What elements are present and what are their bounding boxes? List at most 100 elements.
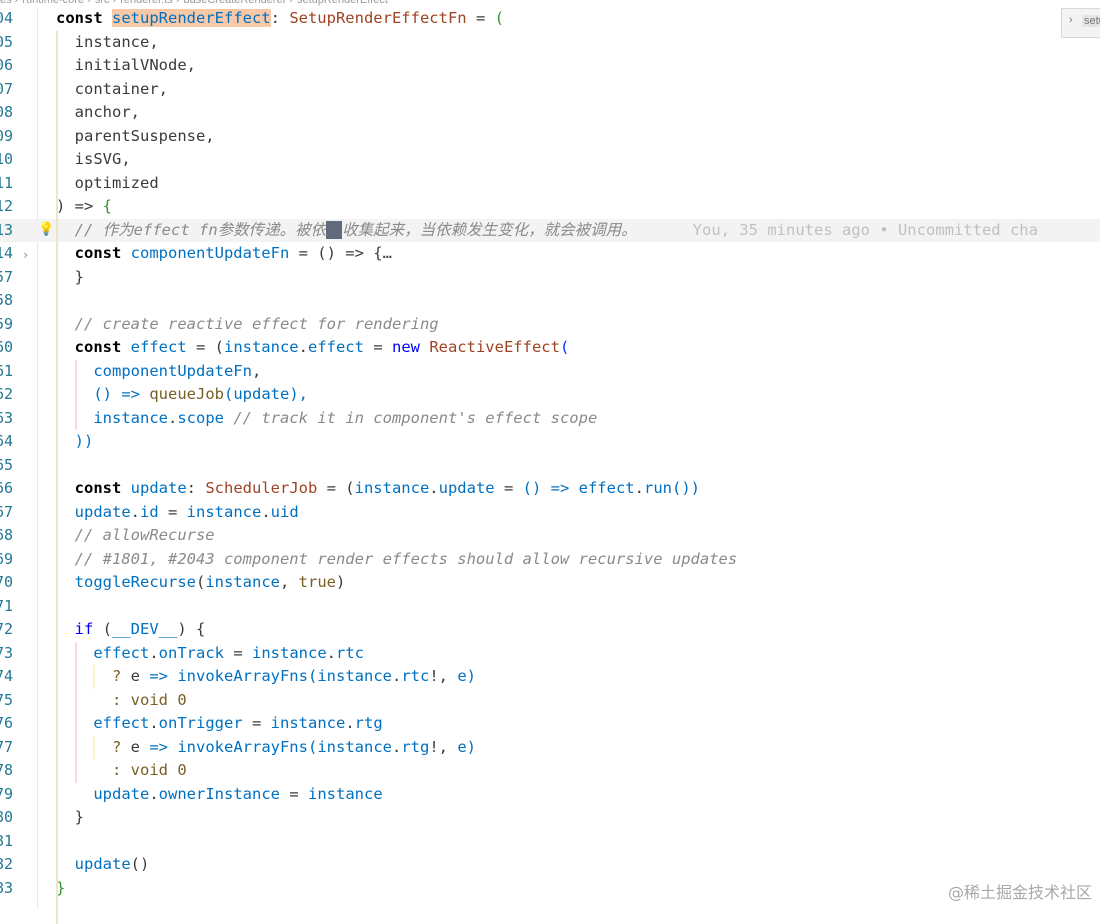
code-line[interactable]: 70 toggleRecurse(instance, true) bbox=[0, 571, 1100, 595]
code-line[interactable]: 04 const setupRenderEffect: SetupRenderEf… bbox=[0, 7, 1100, 31]
code-line[interactable]: 72 if (__DEV__) { bbox=[0, 618, 1100, 642]
code-text: optimized bbox=[56, 172, 159, 196]
code-line[interactable]: 83} bbox=[0, 877, 1100, 901]
code-line[interactable]: 69 // #1801, #2043 component render effe… bbox=[0, 548, 1100, 572]
code-text: componentUpdateFn, bbox=[56, 360, 261, 384]
git-blame-annotation: You, 35 minutes ago • Uncommitted cha bbox=[692, 220, 1038, 239]
code-token: SetupRenderEffectFn bbox=[289, 9, 467, 27]
code-token: . bbox=[167, 408, 178, 427]
code-line[interactable]: 61 componentUpdateFn, bbox=[0, 360, 1100, 384]
code-line[interactable]: 10 isSVG, bbox=[0, 148, 1100, 172]
code-line[interactable]: 76 effect.onTrigger = instance.rtg bbox=[0, 712, 1100, 736]
code-line[interactable]: 09 parentSuspense, bbox=[0, 125, 1100, 149]
line-number: 74 bbox=[0, 667, 13, 685]
code-token: effect bbox=[56, 714, 150, 732]
code-line[interactable]: 80 } bbox=[0, 806, 1100, 830]
code-line[interactable]: 81 bbox=[0, 830, 1100, 854]
code-token: void bbox=[130, 761, 178, 779]
code-token: instance bbox=[308, 784, 383, 803]
code-line[interactable]: 75 : void 0 bbox=[0, 689, 1100, 713]
code-token: componentUpdateFn bbox=[56, 361, 252, 380]
code-line[interactable]: 57 } bbox=[0, 266, 1100, 290]
line-number: 65 bbox=[0, 455, 13, 474]
code-token: ( bbox=[223, 385, 234, 403]
code-text: update.ownerInstance = instance bbox=[56, 783, 383, 807]
code-line[interactable]: 68 // allowRecurse bbox=[0, 524, 1100, 548]
code-line[interactable]: 79 update.ownerInstance = instance bbox=[0, 783, 1100, 807]
code-token: instance bbox=[270, 714, 346, 732]
code-line[interactable]: 06 initialVNode, bbox=[0, 54, 1100, 78]
code-line[interactable]: 65 bbox=[0, 454, 1100, 478]
code-line[interactable]: 67 update.id = instance.uid bbox=[0, 501, 1100, 525]
code-token: . bbox=[298, 338, 308, 356]
breadcrumb-item[interactable]: runtime-core › bbox=[22, 0, 90, 6]
code-token: = ( bbox=[317, 479, 355, 497]
code-line[interactable]: 07 container, bbox=[0, 78, 1100, 102]
fold-chevron-icon[interactable]: › bbox=[22, 248, 29, 262]
breadcrumb-item[interactable]: setupRenderEffect bbox=[297, 0, 388, 6]
code-line[interactable]: 05 instance, bbox=[0, 31, 1100, 55]
code-token: : bbox=[270, 9, 290, 27]
code-line[interactable]: 13 // 作为effect fn参数传递。被依收集起来，当依赖发生变化，就会被… bbox=[0, 218, 1100, 242]
code-line[interactable]: 64 )) bbox=[0, 430, 1100, 454]
code-line[interactable]: 71 bbox=[0, 595, 1100, 619]
code-token: instance, bbox=[56, 32, 159, 51]
indent-guide bbox=[93, 735, 96, 759]
code-line[interactable]: 60 const effect = (instance.effect = new… bbox=[0, 336, 1100, 360]
line-number: 76 bbox=[0, 714, 13, 732]
breadcrumb-item[interactable]: renderer.ts › bbox=[120, 0, 179, 6]
code-text: // create reactive effect for rendering bbox=[56, 313, 439, 337]
watermark: @稀土掘金技术社区 bbox=[947, 883, 1092, 902]
code-token: = bbox=[242, 714, 271, 732]
code-token: = bbox=[280, 784, 308, 803]
code-line[interactable]: 11 optimized bbox=[0, 172, 1100, 196]
code-line[interactable]: 63 instance.scope // track it in compone… bbox=[0, 407, 1100, 431]
line-number: 68 bbox=[0, 526, 13, 544]
code-line[interactable]: 62 () => queueJob(update), bbox=[0, 383, 1100, 407]
code-line[interactable]: 73 effect.onTrack = instance.rtc bbox=[0, 642, 1100, 666]
code-token: = bbox=[363, 338, 392, 356]
code-line[interactable]: 82 update() bbox=[0, 853, 1100, 877]
breadcrumb-item[interactable]: src › bbox=[95, 0, 116, 6]
line-number: 07 bbox=[0, 79, 13, 98]
code-line[interactable]: 78 : void 0 bbox=[0, 759, 1100, 783]
code-text: ? e => invokeArrayFns(instance.rtc!, e) bbox=[56, 665, 476, 689]
code-text: const setupRenderEffect: SetupRenderEffe… bbox=[56, 7, 504, 31]
line-number: 83 bbox=[0, 878, 13, 897]
code-token: . bbox=[634, 479, 644, 497]
line-number: 67 bbox=[0, 502, 13, 521]
code-token: . bbox=[391, 737, 402, 756]
code-token: __DEV__ bbox=[112, 620, 178, 638]
code-token: effect bbox=[578, 479, 635, 497]
code-token: componentUpdateFn bbox=[130, 244, 290, 262]
code-line[interactable]: 12) => { bbox=[0, 195, 1100, 219]
line-number: 11 bbox=[0, 173, 13, 192]
code-text: toggleRecurse(instance, true) bbox=[56, 571, 346, 595]
code-token: e bbox=[130, 667, 140, 685]
code-token: // 作为effect fn参数传递。被依 bbox=[56, 220, 327, 239]
breadcrumb-item[interactable]: es › bbox=[0, 0, 18, 6]
lightbulb-icon[interactable]: 💡 bbox=[38, 222, 54, 237]
code-token: = bbox=[158, 502, 187, 521]
code-line[interactable]: 59 // create reactive effect for renderi… bbox=[0, 313, 1100, 337]
code-editor[interactable]: 04 const setupRenderEffect: SetupRenderEf… bbox=[0, 7, 1100, 924]
code-line[interactable]: 77 ? e => invokeArrayFns(instance.rtg!, … bbox=[0, 736, 1100, 760]
code-token: effect bbox=[307, 338, 364, 356]
code-line[interactable]: 08 anchor, bbox=[0, 101, 1100, 125]
breadcrumb-item[interactable]: baseCreateRenderer › bbox=[184, 0, 293, 6]
code-token: new bbox=[391, 338, 430, 356]
code-token: 收集起来，当依赖发生变化，就会被调用。 bbox=[342, 220, 637, 239]
chevron-right-icon[interactable]: › bbox=[1069, 14, 1073, 26]
code-token: toggleRecurse bbox=[56, 573, 196, 591]
code-line[interactable]: 74 ? e => invokeArrayFns(instance.rtc!, … bbox=[0, 665, 1100, 689]
code-line[interactable]: 58 bbox=[0, 289, 1100, 313]
minimap-widget[interactable]: › setu bbox=[1061, 8, 1100, 38]
code-text: )) bbox=[56, 430, 94, 454]
code-line[interactable]: 66 const update: SchedulerJob = (instanc… bbox=[0, 477, 1100, 501]
code-line[interactable]: 14 const componentUpdateFn = () => {… bbox=[0, 242, 1100, 266]
code-token: . bbox=[149, 714, 159, 732]
code-token: = () => {… bbox=[289, 244, 392, 262]
code-text: const componentUpdateFn = () => {… bbox=[56, 242, 392, 266]
line-number: 13 bbox=[0, 220, 13, 239]
code-token: id bbox=[140, 502, 159, 521]
